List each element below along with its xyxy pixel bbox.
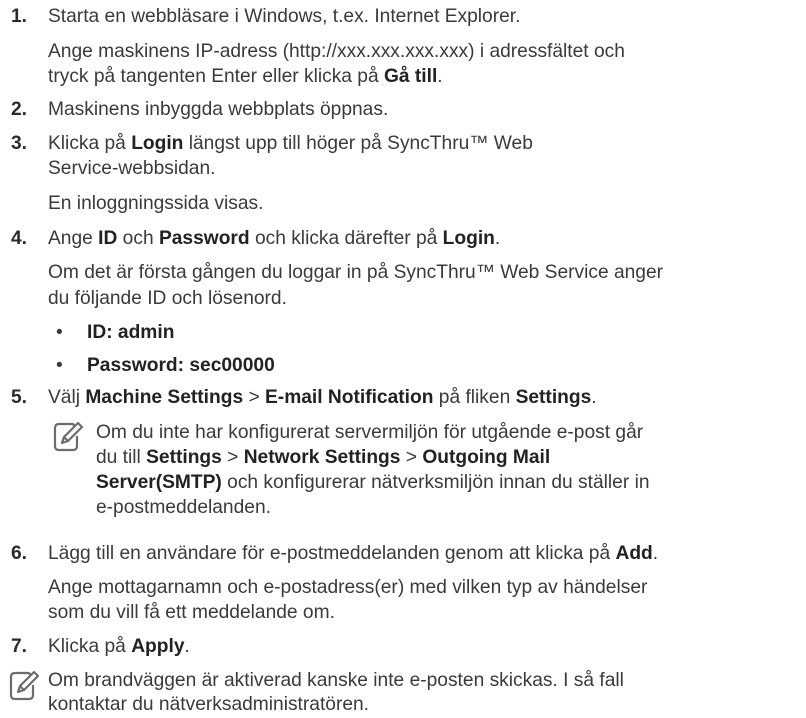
step-4-number: 4. xyxy=(11,228,28,249)
step-5-note-line-1: Om du inte har konfigurerat servermiljön… xyxy=(96,422,644,443)
step-1-line-2: Ange maskinens IP-adress (http://xxx.xxx… xyxy=(48,41,625,62)
step-5-note-line-3: Server(SMTP) och konfigurerar nätverksmi… xyxy=(96,472,650,493)
step-2-number: 2. xyxy=(11,99,28,120)
credential-password: Password: sec00000 xyxy=(87,355,275,376)
step-4-line-3: du följande ID och lösenord. xyxy=(48,288,287,309)
step-3-line-1: Klicka på Login längst upp till höger på… xyxy=(48,133,533,154)
step-6-line-1: Lägg till en användare för e-postmeddela… xyxy=(48,543,659,564)
credential-id: ID: admin xyxy=(87,322,175,343)
final-note-line-2: kontaktar du nätverksadministratören. xyxy=(48,694,370,715)
step-5-line-1: Välj Machine Settings > E-mail Notificat… xyxy=(48,387,597,408)
step-5-note-line-4: e-postmeddelanden. xyxy=(96,497,271,518)
step-7-number: 7. xyxy=(11,636,28,657)
step-3-line-3: En inloggningssida visas. xyxy=(48,193,264,214)
bullet-marker: • xyxy=(56,355,63,376)
final-note-line-1: Om brandväggen är aktiverad kanske inte … xyxy=(48,670,624,691)
step-6-number: 6. xyxy=(11,543,28,564)
step-2-line-1: Maskinens inbyggda webbplats öppnas. xyxy=(48,99,389,120)
step-3-number: 3. xyxy=(11,133,28,154)
note-pencil-icon xyxy=(53,421,84,452)
step-4-line-1: Ange ID och Password och klicka därefter… xyxy=(48,228,501,249)
step-4-line-2: Om det är första gången du loggar in på … xyxy=(48,262,664,283)
step-7-line-1: Klicka på Apply. xyxy=(48,636,190,657)
step-5-number: 5. xyxy=(11,387,28,408)
bullet-marker: • xyxy=(56,322,63,343)
step-1-line-1: Starta en webbläsare i Windows, t.ex. In… xyxy=(48,6,521,27)
step-6-line-2: Ange mottagarnamn och e-postadress(er) m… xyxy=(48,577,648,598)
note-pencil-icon xyxy=(9,670,40,701)
step-5-note-line-2: du till Settings > Network Settings > Ou… xyxy=(96,447,551,468)
step-6-line-3: som du vill få ett meddelande om. xyxy=(48,602,335,623)
step-3-line-2: Service-webbsidan. xyxy=(48,158,216,179)
step-1-number: 1. xyxy=(11,6,28,27)
step-1-line-3: tryck på tangenten Enter eller klicka på… xyxy=(48,66,443,87)
instructions-page: 1. Starta en webbläsare i Windows, t.ex.… xyxy=(0,0,806,718)
